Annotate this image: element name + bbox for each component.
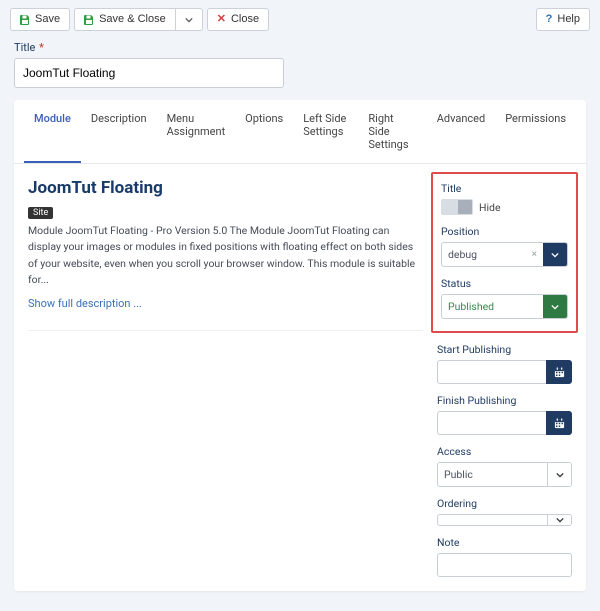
help-label: Help: [557, 14, 580, 25]
status-value: Published: [442, 295, 543, 318]
position-label: Position: [441, 225, 568, 238]
tab-description[interactable]: Description: [81, 100, 157, 163]
access-dropdown-button[interactable]: [547, 463, 571, 486]
tab-module[interactable]: Module: [24, 100, 81, 163]
note-input[interactable]: [437, 553, 572, 577]
divider: [28, 330, 423, 331]
save-button[interactable]: Save: [10, 8, 70, 31]
save-icon: [20, 15, 30, 25]
title-label: Title *: [14, 41, 586, 54]
save-close-dropdown[interactable]: [176, 8, 203, 31]
save-icon: [84, 15, 94, 25]
save-label: Save: [35, 14, 60, 25]
field-position: Position debug ×: [441, 225, 568, 267]
title-toggle-wrap: Hide: [441, 199, 568, 215]
close-icon: ✕: [217, 14, 226, 25]
tab-left-side-settings[interactable]: Left Side Settings: [293, 100, 358, 163]
field-start-publishing: Start Publishing: [437, 343, 572, 384]
field-access: Access Public: [437, 445, 572, 487]
tab-right-side-settings[interactable]: Right Side Settings: [358, 100, 426, 163]
title-input[interactable]: [14, 58, 284, 88]
chevron-down-icon: [551, 251, 559, 259]
finish-publishing-label: Finish Publishing: [437, 394, 572, 407]
tab-options[interactable]: Options: [235, 100, 293, 163]
finish-publishing-input[interactable]: [437, 411, 546, 435]
tabs: Module Description Menu Assignment Optio…: [14, 100, 586, 164]
calendar-icon: [554, 418, 565, 429]
ordering-label: Ordering: [437, 497, 572, 510]
field-ordering: Ordering: [437, 497, 572, 526]
save-close-label: Save & Close: [99, 14, 166, 25]
start-publishing-calendar-button[interactable]: [546, 360, 572, 384]
chevron-down-icon: [556, 471, 564, 479]
module-card: Module Description Menu Assignment Optio…: [14, 100, 586, 591]
finish-publishing-calendar-button[interactable]: [546, 411, 572, 435]
calendar-icon: [554, 367, 565, 378]
field-title-visibility: Title Hide: [441, 182, 568, 215]
content-sidebar: Title Hide Position deb: [437, 178, 572, 577]
note-label: Note: [437, 536, 572, 549]
title-area: Title *: [0, 37, 600, 100]
chevron-down-icon: [551, 303, 559, 311]
tab-permissions[interactable]: Permissions: [495, 100, 576, 163]
help-icon: ?: [546, 14, 553, 25]
access-value: Public: [438, 463, 547, 486]
position-select[interactable]: debug ×: [441, 242, 568, 267]
position-dropdown-button[interactable]: [543, 243, 567, 266]
save-close-button[interactable]: Save & Close: [74, 8, 176, 31]
help-button[interactable]: ? Help: [536, 8, 590, 31]
ordering-select[interactable]: [437, 514, 572, 526]
start-publishing-input[interactable]: [437, 360, 546, 384]
status-label: Status: [441, 277, 568, 290]
title-toggle[interactable]: [441, 199, 473, 215]
content: JoomTut Floating Site Module JoomTut Flo…: [14, 164, 586, 591]
close-label: Close: [231, 14, 259, 25]
site-badge: Site: [28, 207, 53, 219]
module-heading: JoomTut Floating: [28, 178, 423, 198]
content-main: JoomTut Floating Site Module JoomTut Flo…: [28, 178, 423, 577]
save-close-group: Save & Close: [74, 8, 203, 31]
start-publishing-label: Start Publishing: [437, 343, 572, 356]
ordering-dropdown-button[interactable]: [547, 515, 571, 525]
toolbar: Save Save & Close ✕ Close ? Help: [0, 0, 600, 37]
tab-menu-assignment[interactable]: Menu Assignment: [157, 100, 236, 163]
tab-advanced[interactable]: Advanced: [427, 100, 495, 163]
field-finish-publishing: Finish Publishing: [437, 394, 572, 435]
toggle-knob: [458, 200, 472, 214]
field-status: Status Published: [441, 277, 568, 319]
clear-icon[interactable]: ×: [532, 249, 537, 260]
title-visibility-label: Title: [441, 182, 568, 195]
title-toggle-text: Hide: [479, 201, 501, 214]
close-button[interactable]: ✕ Close: [207, 8, 269, 31]
chevron-down-icon: [556, 516, 564, 524]
highlighted-settings: Title Hide Position deb: [431, 172, 578, 333]
chevron-down-icon: [185, 16, 193, 24]
access-label: Access: [437, 445, 572, 458]
access-select[interactable]: Public: [437, 462, 572, 487]
position-value: debug ×: [442, 243, 543, 266]
status-dropdown-button[interactable]: [543, 295, 567, 318]
module-description: Module JoomTut Floating - Pro Version 5.…: [28, 223, 423, 288]
status-select[interactable]: Published: [441, 294, 568, 319]
show-full-description-link[interactable]: Show full description ...: [28, 297, 142, 310]
field-note: Note: [437, 536, 572, 577]
ordering-value: [438, 515, 547, 525]
